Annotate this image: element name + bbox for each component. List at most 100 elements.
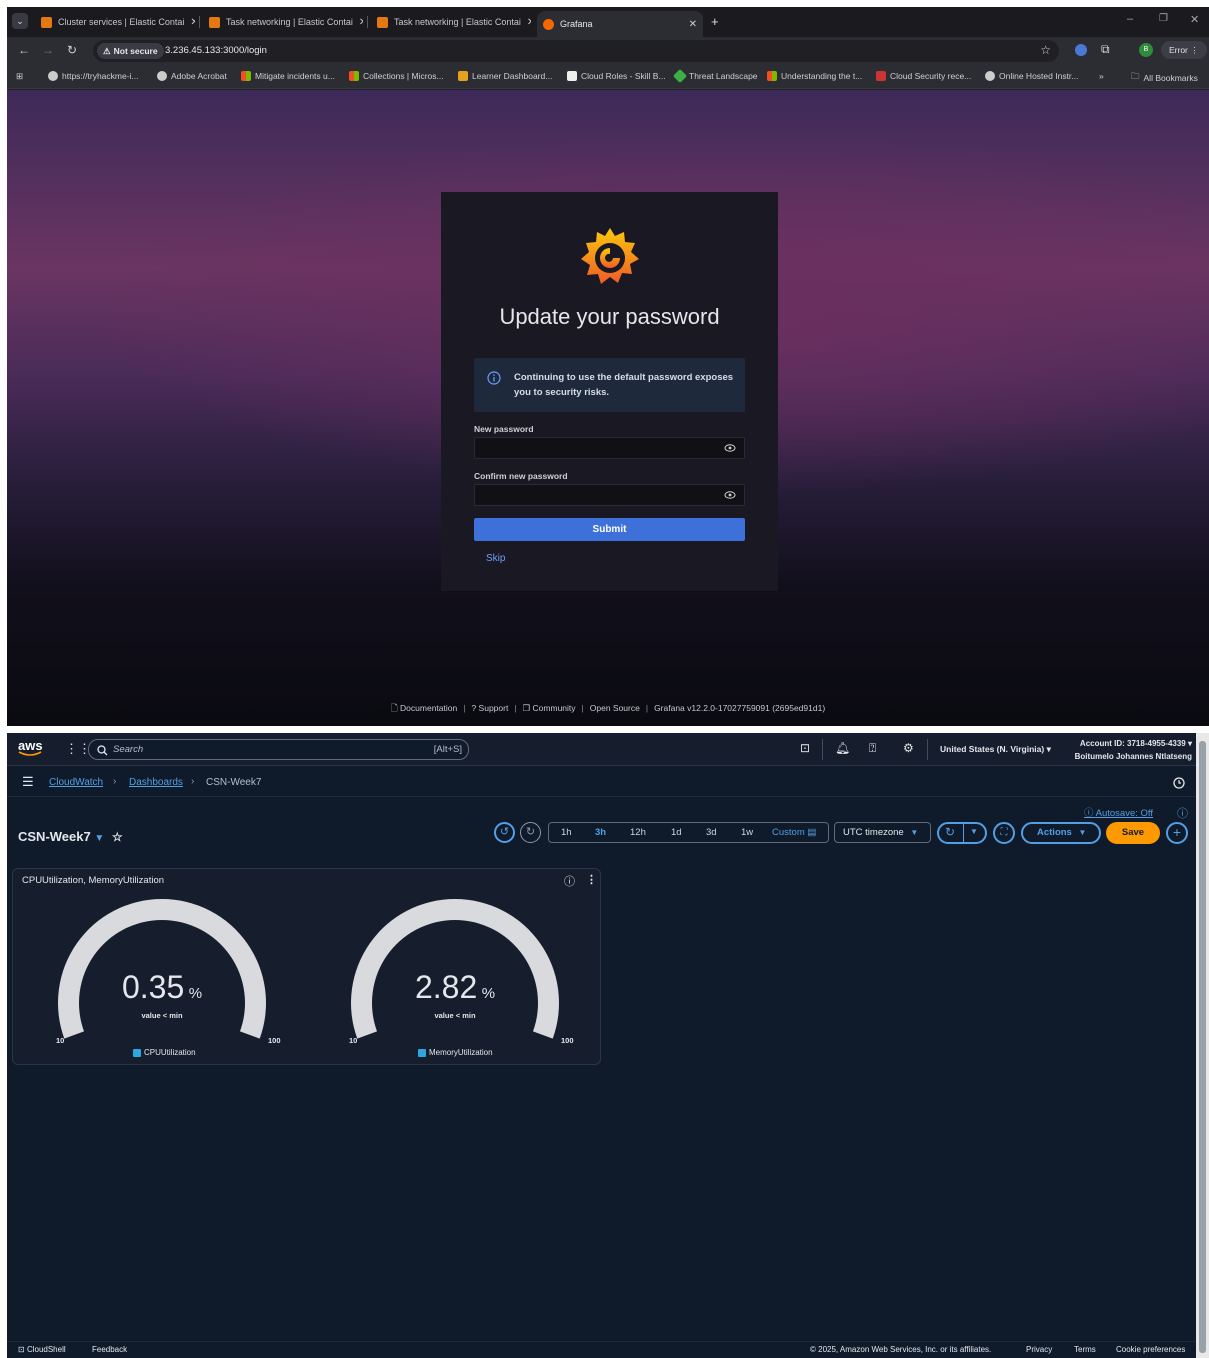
menu-hamburger-icon[interactable]: ☰: [22, 774, 34, 790]
close-window-icon[interactable]: ✕: [1190, 13, 1199, 26]
autosave-toggle[interactable]: ⓘ Autosave: Off: [1084, 805, 1153, 819]
bookmark-4[interactable]: Collections | Micros...: [349, 71, 444, 81]
time-range-1w[interactable]: 1w: [741, 827, 753, 838]
eye-icon[interactable]: [724, 490, 736, 500]
new-tab-button[interactable]: +: [711, 14, 719, 29]
dropdown-caret-icon[interactable]: ▼: [94, 833, 104, 844]
settings-gear-icon[interactable]: ⚙: [903, 741, 914, 755]
restore-icon[interactable]: ❐: [1159, 13, 1168, 24]
community-link[interactable]: ❐ Community: [523, 703, 576, 717]
time-range-12h[interactable]: 12h: [630, 827, 646, 838]
bookmark-3[interactable]: Mitigate incidents u...: [241, 71, 335, 81]
folder-icon: 🗀: [1131, 71, 1140, 81]
comments-icon: ❐: [522, 703, 531, 713]
legend-item[interactable]: MemoryUtilization: [418, 1048, 493, 1057]
close-tab-icon[interactable]: ✕: [184, 17, 195, 28]
time-range-1h[interactable]: 1h: [561, 827, 572, 838]
widget-menu-icon[interactable]: ⋮: [586, 873, 597, 886]
confirm-password-field[interactable]: [474, 484, 745, 506]
microsoft-icon: [349, 71, 359, 81]
scrollbar-thumb[interactable]: [1199, 741, 1206, 1353]
new-password-field[interactable]: [474, 437, 745, 459]
search-shortcut: [Alt+S]: [433, 744, 462, 755]
bookmark-8[interactable]: Understanding the t...: [767, 71, 862, 81]
tab-3[interactable]: Task networking | Elastic Contai ✕: [371, 11, 531, 33]
skip-link[interactable]: Skip: [486, 553, 505, 564]
breadcrumb-dashboards[interactable]: Dashboards: [129, 777, 183, 788]
extensions-puzzle-icon[interactable]: ⧉: [1101, 42, 1110, 57]
cloudshell-link[interactable]: ⊡ CloudShell: [18, 1345, 66, 1354]
timezone-select[interactable]: UTC timezone ▼: [834, 822, 931, 843]
clock-icon[interactable]: [1173, 777, 1185, 789]
bookmark-1[interactable]: https://tryhackme-i...: [48, 71, 139, 81]
search-input[interactable]: Search [Alt+S]: [88, 739, 469, 760]
region-selector[interactable]: United States (N. Virginia) ▾: [940, 744, 1051, 755]
feedback-link[interactable]: Feedback: [92, 1345, 127, 1354]
refresh-icon[interactable]: ↻: [945, 825, 955, 839]
bell-icon[interactable]: 🔔︎: [835, 741, 850, 755]
url-text[interactable]: 3.236.45.133:3000/login: [165, 45, 267, 56]
time-range-1d[interactable]: 1d: [671, 827, 682, 838]
error-button[interactable]: Error ⋮: [1161, 41, 1207, 59]
forward-icon[interactable]: →: [42, 43, 54, 57]
bookmarks-overflow-button[interactable]: »: [1099, 71, 1104, 81]
scrollbar[interactable]: [1196, 733, 1209, 1358]
apps-grid-icon[interactable]: ⊞: [16, 71, 23, 82]
support-link[interactable]: ? Support: [471, 703, 508, 717]
time-range-3h[interactable]: 3h: [595, 827, 606, 838]
tab-2[interactable]: Task networking | Elastic Contai ✕: [203, 11, 363, 33]
bookmark-6[interactable]: Cloud Roles - Skill B...: [567, 71, 666, 81]
all-bookmarks[interactable]: 🗀 All Bookmarks: [1131, 71, 1198, 85]
info-icon[interactable]: ⓘ: [564, 873, 575, 889]
bookmark-10[interactable]: Online Hosted Instr...: [985, 71, 1078, 81]
fullscreen-icon[interactable]: ⛶: [993, 822, 1015, 844]
undo-icon[interactable]: ↺: [494, 822, 515, 843]
terms-link[interactable]: Terms: [1074, 1345, 1096, 1354]
tab-grafana[interactable]: Grafana ✕: [537, 11, 703, 37]
help-icon[interactable]: ⍰: [869, 741, 876, 756]
security-alert: Continuing to use the default password e…: [474, 358, 745, 412]
close-tab-icon[interactable]: ✕: [521, 17, 531, 28]
back-icon[interactable]: ←: [18, 43, 30, 57]
cookie-preferences-link[interactable]: Cookie preferences: [1116, 1345, 1185, 1354]
breadcrumb-cloudwatch[interactable]: CloudWatch: [49, 777, 103, 788]
extension-icon[interactable]: [1075, 44, 1087, 56]
close-tab-icon[interactable]: ✕: [353, 17, 363, 28]
documentation-link[interactable]: 🗋 Documentation: [391, 703, 457, 717]
privacy-link[interactable]: Privacy: [1026, 1345, 1052, 1354]
redo-icon[interactable]: ↻: [520, 822, 541, 843]
star-icon[interactable]: ☆: [1040, 43, 1051, 57]
tab-search-button[interactable]: ⌄: [12, 13, 28, 29]
custom-time-range[interactable]: Custom ▤: [772, 827, 816, 838]
close-tab-icon[interactable]: ✕: [683, 19, 697, 30]
bookmark-9[interactable]: Cloud Security rece...: [876, 71, 971, 81]
time-range-3d[interactable]: 3d: [706, 827, 717, 838]
bookmark-5[interactable]: Learner Dashboard...: [458, 71, 552, 81]
account-user: Boitumelo Johannes Ntlatseng: [1074, 752, 1192, 761]
search-icon: [97, 745, 108, 756]
cloud-security-icon: [876, 71, 886, 81]
account-menu[interactable]: Account ID: 3718-4955-4339 ▾ Boitumelo J…: [1047, 737, 1192, 763]
actions-button[interactable]: Actions ▼: [1021, 822, 1101, 844]
not-secure-badge[interactable]: ⚠ Not secure: [97, 43, 164, 59]
submit-button[interactable]: Submit: [474, 518, 745, 541]
info-icon[interactable]: ⓘ: [1177, 805, 1188, 821]
eye-icon[interactable]: [724, 443, 736, 453]
aws-logo[interactable]: aws: [18, 738, 43, 756]
refresh-options-caret-icon[interactable]: ▼: [970, 827, 978, 836]
cloudshell-icon[interactable]: ⊡: [800, 741, 810, 755]
legend-item[interactable]: CPUUtilization: [133, 1048, 196, 1057]
reload-icon[interactable]: ↻: [67, 43, 77, 57]
tab-1[interactable]: Cluster services | Elastic Contai ✕: [35, 11, 195, 33]
add-widget-icon[interactable]: +: [1166, 822, 1188, 844]
open-source-link[interactable]: Open Source: [590, 703, 640, 717]
bookmark-2[interactable]: Adobe Acrobat: [157, 71, 227, 81]
profile-avatar[interactable]: B: [1139, 43, 1153, 57]
breadcrumb-current: CSN-Week7: [206, 777, 262, 788]
save-button[interactable]: Save: [1106, 822, 1160, 844]
legend-swatch: [133, 1048, 141, 1057]
bookmark-7[interactable]: Threat Landscape: [672, 68, 758, 84]
favorite-star-icon[interactable]: ☆: [112, 830, 123, 844]
minimize-icon[interactable]: –: [1127, 13, 1133, 25]
url-box[interactable]: ⚠ Not secure 3.236.45.133:3000/login ☆: [93, 40, 1059, 62]
